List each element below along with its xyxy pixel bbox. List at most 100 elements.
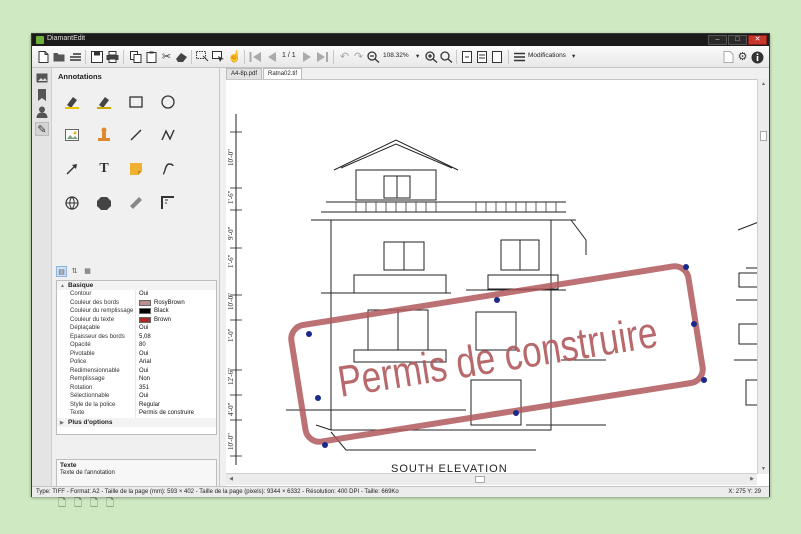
- stamp-icon[interactable]: [95, 126, 113, 144]
- cut-icon[interactable]: ✂: [159, 49, 174, 65]
- resize-handle[interactable]: [701, 377, 707, 383]
- property-pages-icon[interactable]: ▦: [82, 266, 93, 277]
- add-annotation-icon[interactable]: 🗋: [56, 498, 68, 510]
- property-row[interactable]: Remplissage Non: [57, 375, 216, 384]
- property-value[interactable]: Arial: [135, 358, 216, 367]
- modifications-dropdown-icon[interactable]: ▾: [572, 52, 575, 60]
- tab-ratna-tif[interactable]: Ratna02.tif: [263, 68, 303, 79]
- search-icon[interactable]: [439, 49, 454, 65]
- new-document-icon[interactable]: [36, 49, 51, 65]
- property-row[interactable]: Sélectionnable Oui: [57, 392, 216, 401]
- first-page-icon[interactable]: [248, 49, 263, 65]
- categorized-view-icon[interactable]: ▤: [56, 266, 67, 277]
- property-value[interactable]: Oui: [135, 349, 216, 358]
- resize-handle[interactable]: [494, 297, 500, 303]
- open-folder-icon[interactable]: [52, 49, 67, 65]
- bookmark-icon[interactable]: [35, 88, 49, 102]
- previous-page-icon[interactable]: [264, 49, 279, 65]
- highlight-marker-icon[interactable]: [63, 93, 81, 111]
- document-viewer[interactable]: 10'-0" 1'-6" 9'-0" 1'-6" 10'-0" 1'-0" 12…: [226, 79, 769, 486]
- ellipse-icon[interactable]: [159, 93, 177, 111]
- property-value[interactable]: Black: [135, 307, 216, 316]
- property-value[interactable]: Permis de construire: [135, 409, 216, 418]
- ruler-icon[interactable]: [127, 194, 145, 212]
- property-row[interactable]: Redimensionnable Oui: [57, 366, 216, 375]
- save-icon[interactable]: [89, 49, 104, 65]
- property-value[interactable]: 80: [135, 341, 216, 350]
- property-value[interactable]: Oui: [135, 366, 216, 375]
- property-row[interactable]: Texte Permis de construire: [57, 409, 216, 418]
- thumbnails-icon[interactable]: [35, 71, 49, 85]
- redo-icon[interactable]: ↷: [351, 49, 366, 65]
- property-row[interactable]: Couleur du remplissage Black: [57, 307, 216, 316]
- group-basic[interactable]: ▲ Basique: [57, 281, 216, 290]
- property-row[interactable]: Déplaçable Oui: [57, 324, 216, 333]
- property-value[interactable]: 351: [135, 383, 216, 392]
- color-swatch[interactable]: [139, 316, 151, 323]
- fit-width-icon[interactable]: [475, 49, 490, 65]
- property-row[interactable]: Couleur des bords RosyBrown: [57, 298, 216, 307]
- property-row[interactable]: Opacité 80: [57, 341, 216, 350]
- note-icon[interactable]: [127, 160, 145, 178]
- info-icon[interactable]: [750, 49, 765, 65]
- undo-icon[interactable]: ↶: [337, 49, 352, 65]
- erase-marker-icon[interactable]: [95, 93, 113, 111]
- property-value[interactable]: Oui: [135, 392, 216, 401]
- print-icon[interactable]: [105, 49, 120, 65]
- property-row[interactable]: Contour Oui: [57, 290, 216, 299]
- property-row[interactable]: Couleur du texte Brown: [57, 315, 216, 324]
- scroll-down-icon[interactable]: ▼: [758, 464, 769, 474]
- select-area-icon[interactable]: [195, 49, 210, 65]
- link-icon[interactable]: [63, 194, 81, 212]
- minimize-button[interactable]: –: [708, 35, 727, 45]
- users-icon[interactable]: [35, 105, 49, 119]
- zoom-level[interactable]: 108.32%: [383, 52, 409, 59]
- resize-handle[interactable]: [306, 331, 312, 337]
- export-annotations-icon[interactable]: 🗋: [88, 498, 100, 510]
- color-swatch[interactable]: [139, 308, 151, 315]
- horizontal-scroll-thumb[interactable]: [475, 476, 485, 483]
- stamp-annotation[interactable]: Permis de construire: [288, 263, 706, 445]
- group-more-options[interactable]: ▶ Plus d'options: [57, 417, 216, 427]
- maximize-button[interactable]: □: [728, 35, 747, 45]
- freehand-icon[interactable]: [159, 126, 177, 144]
- resize-handle[interactable]: [691, 321, 697, 327]
- fit-page-icon[interactable]: [460, 49, 475, 65]
- zoom-out-icon[interactable]: [366, 49, 381, 65]
- scroll-right-icon[interactable]: ▶: [747, 474, 757, 485]
- property-value[interactable]: 5,08: [135, 332, 216, 341]
- resize-handle[interactable]: [315, 395, 321, 401]
- sort-icon[interactable]: ⇅: [69, 266, 80, 277]
- vertical-scroll-thumb[interactable]: [760, 131, 767, 141]
- line-icon[interactable]: [127, 126, 145, 144]
- select-annotation-icon[interactable]: [211, 49, 226, 65]
- curve-icon[interactable]: [159, 160, 177, 178]
- eraser-icon[interactable]: [174, 49, 189, 65]
- property-value[interactable]: Oui: [135, 324, 216, 333]
- zoom-in-icon[interactable]: [424, 49, 439, 65]
- scroll-left-icon[interactable]: ◀: [226, 474, 236, 485]
- color-swatch[interactable]: [139, 299, 151, 306]
- image-icon[interactable]: [63, 126, 81, 144]
- vertical-scrollbar[interactable]: ▲ ▼: [757, 79, 769, 474]
- copy-icon[interactable]: [128, 49, 143, 65]
- menu-icon[interactable]: [512, 49, 527, 65]
- polygon-icon[interactable]: [95, 194, 113, 212]
- property-value[interactable]: Regular: [135, 400, 216, 409]
- property-row[interactable]: Rotation 351: [57, 383, 216, 392]
- actual-size-icon[interactable]: [490, 49, 505, 65]
- property-row[interactable]: Police Arial: [57, 358, 216, 367]
- pdf-export-icon[interactable]: [721, 49, 736, 65]
- property-value[interactable]: Non: [135, 375, 216, 384]
- open-recent-icon[interactable]: [68, 49, 83, 65]
- scroll-up-icon[interactable]: ▲: [758, 79, 769, 89]
- property-value[interactable]: RosyBrown: [135, 298, 216, 307]
- tab-a4-pdf[interactable]: A4-8p.pdf: [226, 68, 263, 79]
- resize-handle[interactable]: [322, 442, 328, 448]
- resize-handle[interactable]: [513, 410, 519, 416]
- horizontal-scrollbar[interactable]: ◀ ▶: [226, 473, 757, 485]
- hand-pan-icon[interactable]: ☝: [227, 49, 242, 65]
- modifications-menu[interactable]: Modifications: [528, 52, 566, 59]
- corner-icon[interactable]: [159, 194, 177, 212]
- rectangle-icon[interactable]: [127, 93, 145, 111]
